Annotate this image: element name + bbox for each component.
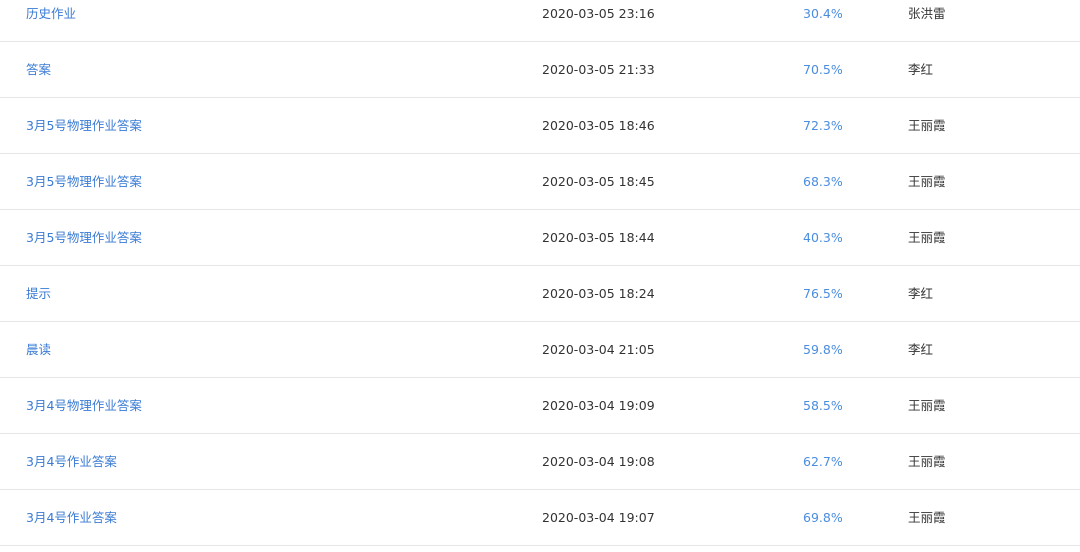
publish-time: 2020-03-04 21:05	[542, 342, 655, 357]
author-name: 王丽霞	[908, 118, 946, 133]
assignment-title-link[interactable]: 3月4号物理作业答案	[26, 378, 142, 433]
completion-rate: 70.5%	[803, 62, 843, 77]
assignment-title-link[interactable]: 晨读	[26, 322, 51, 377]
assignment-title-link[interactable]: 提示	[26, 266, 51, 321]
assignment-title-link[interactable]: 答案	[26, 42, 51, 97]
publish-time: 2020-03-05 18:44	[542, 230, 655, 245]
table-row: 晨读 2020-03-04 21:05 59.8% 李红	[0, 322, 1080, 378]
completion-rate: 68.3%	[803, 174, 843, 189]
assignment-table: 历史作业 2020-03-05 23:16 30.4% 张洪雷 答案 2020-…	[0, 0, 1080, 546]
author-name: 李红	[908, 342, 934, 357]
assignment-title-link[interactable]: 历史作业	[26, 0, 76, 41]
publish-time: 2020-03-05 18:46	[542, 118, 655, 133]
completion-rate: 30.4%	[803, 6, 843, 21]
assignment-title-link[interactable]: 3月5号物理作业答案	[26, 98, 142, 153]
author-name: 王丽霞	[908, 398, 946, 413]
completion-rate: 62.7%	[803, 454, 843, 469]
author-name: 张洪雷	[908, 6, 946, 21]
publish-time: 2020-03-04 19:07	[542, 510, 655, 525]
author-name: 李红	[908, 62, 934, 77]
completion-rate: 59.8%	[803, 342, 843, 357]
publish-time: 2020-03-05 18:45	[542, 174, 655, 189]
author-name: 王丽霞	[908, 174, 946, 189]
publish-time: 2020-03-04 19:09	[542, 398, 655, 413]
author-name: 王丽霞	[908, 454, 946, 469]
assignment-title-link[interactable]: 3月4号作业答案	[26, 490, 117, 545]
completion-rate: 76.5%	[803, 286, 843, 301]
completion-rate: 69.8%	[803, 510, 843, 525]
table-row: 3月4号作业答案 2020-03-04 19:08 62.7% 王丽霞	[0, 434, 1080, 490]
author-name: 王丽霞	[908, 510, 946, 525]
publish-time: 2020-03-04 19:08	[542, 454, 655, 469]
publish-time: 2020-03-05 18:24	[542, 286, 655, 301]
table-row: 3月5号物理作业答案 2020-03-05 18:45 68.3% 王丽霞	[0, 154, 1080, 210]
completion-rate: 72.3%	[803, 118, 843, 133]
author-name: 王丽霞	[908, 230, 946, 245]
table-row: 答案 2020-03-05 21:33 70.5% 李红	[0, 42, 1080, 98]
assignment-title-link[interactable]: 3月5号物理作业答案	[26, 154, 142, 209]
publish-time: 2020-03-05 21:33	[542, 62, 655, 77]
publish-time: 2020-03-05 23:16	[542, 6, 655, 21]
completion-rate: 40.3%	[803, 230, 843, 245]
author-name: 李红	[908, 286, 934, 301]
table-row: 3月5号物理作业答案 2020-03-05 18:46 72.3% 王丽霞	[0, 98, 1080, 154]
completion-rate: 58.5%	[803, 398, 843, 413]
table-row: 历史作业 2020-03-05 23:16 30.4% 张洪雷	[0, 0, 1080, 42]
table-row: 提示 2020-03-05 18:24 76.5% 李红	[0, 266, 1080, 322]
table-row: 3月5号物理作业答案 2020-03-05 18:44 40.3% 王丽霞	[0, 210, 1080, 266]
assignment-title-link[interactable]: 3月4号作业答案	[26, 434, 117, 489]
table-row: 3月4号物理作业答案 2020-03-04 19:09 58.5% 王丽霞	[0, 378, 1080, 434]
assignment-title-link[interactable]: 3月5号物理作业答案	[26, 210, 142, 265]
table-row: 3月4号作业答案 2020-03-04 19:07 69.8% 王丽霞	[0, 490, 1080, 546]
